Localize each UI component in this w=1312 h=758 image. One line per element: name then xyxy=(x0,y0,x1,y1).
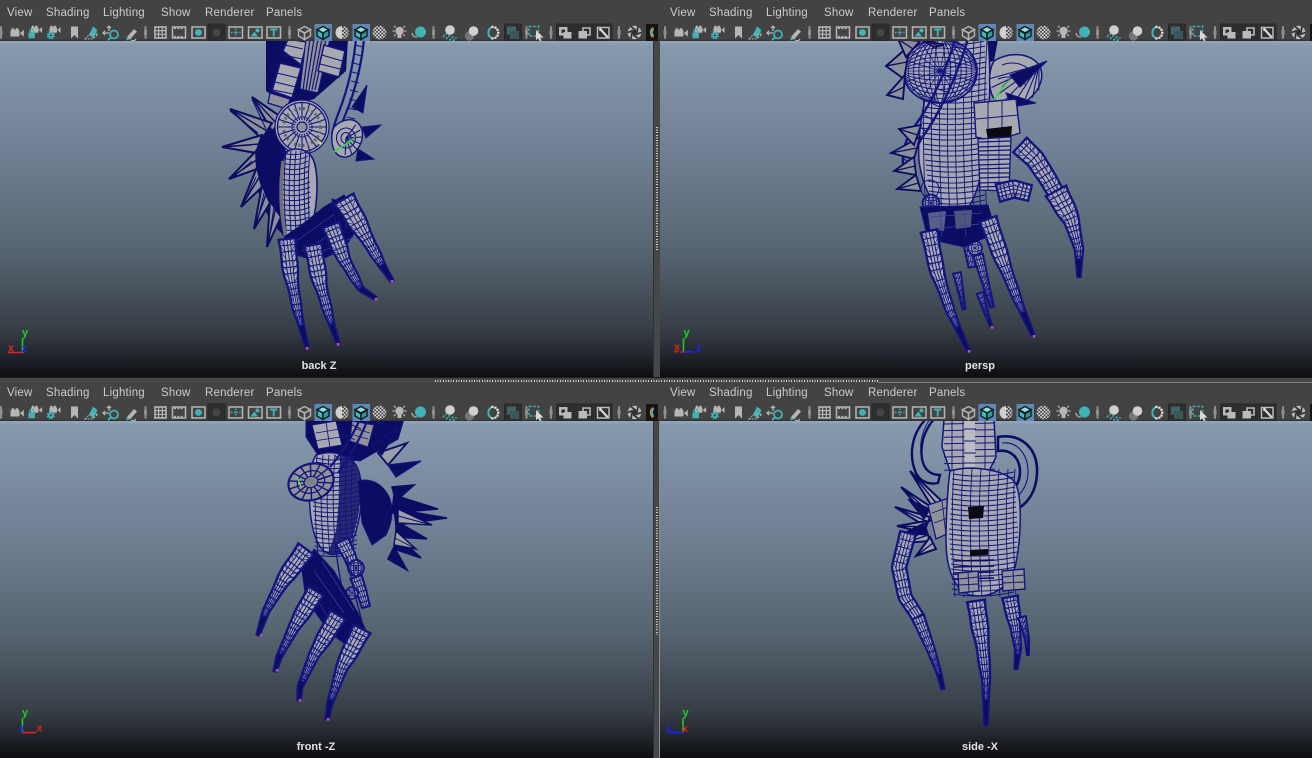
svg-text:y: y xyxy=(22,707,29,719)
svg-text:y: y xyxy=(22,327,29,339)
svg-text:y: y xyxy=(684,327,691,339)
svg-text:x: x xyxy=(682,723,689,735)
svg-text:x: x xyxy=(8,343,15,355)
svg-text:z: z xyxy=(696,343,702,355)
svg-text:x: x xyxy=(37,723,44,735)
svg-text:y: y xyxy=(683,707,690,719)
svg-text:z: z xyxy=(666,723,672,735)
svg-text:x: x xyxy=(674,342,681,354)
